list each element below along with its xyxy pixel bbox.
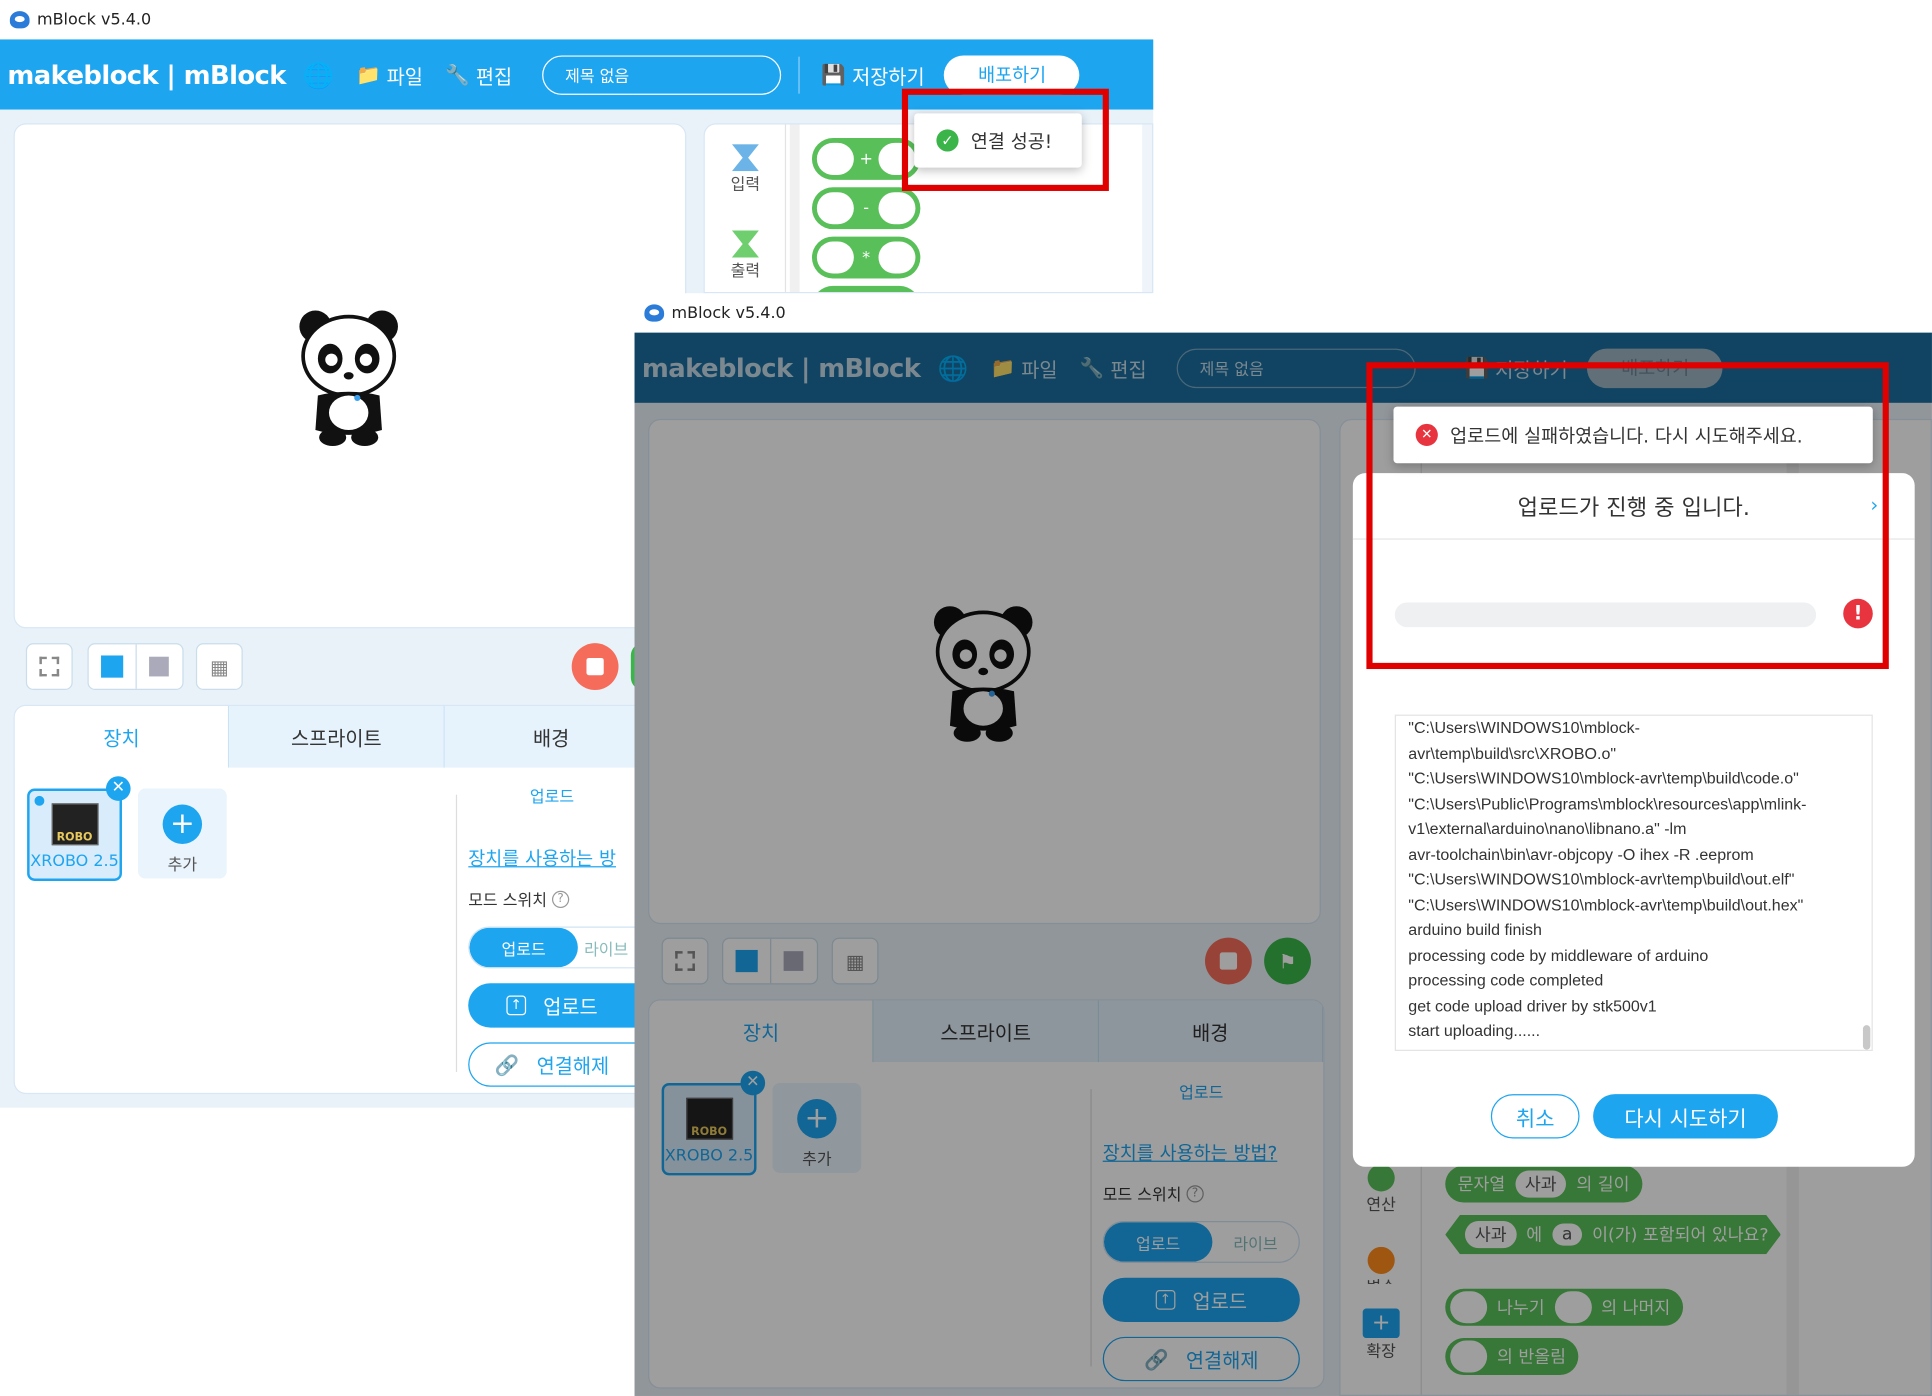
log-line: start uploading...... [1408,1021,1541,1040]
layout-large-icon[interactable] [89,644,135,688]
upload-button[interactable]: ↑ 업로드 [468,983,636,1028]
tab-sprite[interactable]: 스프라이트 [229,705,445,768]
mode-live-toggle[interactable]: 라이브 [578,928,635,967]
input-category-icon [731,144,759,172]
math-divide-block[interactable] [811,285,921,293]
grid-view-button[interactable]: ▦ [195,643,243,690]
mblock-app-icon [9,11,30,29]
annotation-box-connection [901,88,1109,191]
log-line: avr\temp\build\src\XROBO.o" [1408,743,1617,763]
file-menu-label: 파일 [386,64,423,89]
workspace-edge [1142,124,1153,293]
subtract-right-slot[interactable] [878,192,916,225]
upload-arrow-icon: ↑ [506,995,526,1016]
window1-titlebar: mBlock v5.4.0 [0,0,1154,40]
mblock-app-icon [644,304,665,322]
panda-sprite[interactable] [296,302,402,452]
remove-device-close-icon[interactable]: ✕ [105,776,131,801]
disconnect-label: 연결해제 [536,1054,610,1079]
retry-button[interactable]: 다시 시도하기 [1593,1094,1778,1139]
log-line: processing code by middleware of arduino [1408,945,1709,965]
cancel-button[interactable]: 취소 [1490,1094,1580,1139]
stop-icon [586,657,604,676]
log-line: "C:\Users\Public\Programs\mblock\resourc… [1408,794,1807,813]
project-title-value: 제목 없음 [565,67,630,87]
upload-section-title: 업로드 [529,788,575,808]
subtract-left-slot[interactable] [816,192,854,225]
xrobo-logo-text: ROBO [56,831,93,844]
log-line: processing code completed [1408,970,1604,990]
save-disk-icon: 💾 [821,62,846,87]
edit-menu[interactable]: 🔧 편집 [445,60,512,90]
mode-label-text: 모드 스위치 [468,892,547,911]
math-multiply-block[interactable]: * [811,236,921,279]
save-button[interactable]: 💾 저장하기 [821,60,924,90]
mode-switch: 업로드 라이브 [468,926,636,969]
category-input[interactable]: 입력 [724,144,766,195]
math-subtract-block[interactable]: - [811,187,921,230]
disconnect-button[interactable]: 🔗 연결해제 [468,1042,636,1087]
log-line: avr-toolchain\bin\avr-objcopy -O ihex -R… [1408,844,1754,864]
add-device-button[interactable]: + 추가 [137,788,227,879]
log-scrollbar[interactable] [1862,1025,1871,1050]
log-line: "C:\Users\WINDOWS10\mblock- [1408,718,1641,737]
grid-icon: ▦ [209,654,229,679]
xrobo-logo: ROBO [51,803,98,846]
publish-label: 배포하기 [978,64,1047,87]
folder-icon: 📁 [355,62,381,87]
menu-divider [797,56,800,94]
stop-button[interactable] [571,643,619,690]
edit-menu-label: 편집 [475,64,513,89]
log-line: get code upload driver by stk500v1 [1408,996,1657,1015]
log-line: "C:\Users\WINDOWS10\mblock-avr\temp\buil… [1408,869,1795,889]
output-category-icon [731,230,759,258]
log-line: v1\external\arduino\nano\libnano.a" -lm [1408,819,1687,838]
subtract-operator: - [863,198,870,218]
upload-button-label: 업로드 [543,995,598,1019]
save-label: 저장하기 [852,64,925,89]
fullscreen-button[interactable] [25,643,73,690]
multiply-operator: * [862,248,871,267]
log-line: arduino build finish [1408,920,1542,939]
wrench-icon: 🔧 [445,62,470,87]
add-label: 추가 [167,856,198,875]
window2-titlebar: mBlock v5.4.0 [634,293,1932,333]
window2-title: mBlock v5.4.0 [671,303,786,323]
panel-divider [455,794,458,1072]
multiply-left-slot[interactable] [816,241,854,274]
mode-upload-toggle[interactable]: 업로드 [469,927,578,968]
multiply-right-slot[interactable] [878,241,916,274]
mode-switch-label: 모드 스위치? [468,887,570,911]
sprite-stage[interactable] [13,123,687,629]
brand-logo: makeblock | mBlock [7,59,286,90]
log-line: "C:\Users\WINDOWS10\mblock-avr\temp\buil… [1408,768,1799,788]
log-line: "C:\Users\WINDOWS10\mblock-avr\temp\buil… [1408,895,1804,914]
help-link[interactable]: 장치를 사용하는 방 [468,845,636,871]
language-globe-icon[interactable]: 🌐 [303,60,334,90]
tab-background[interactable]: 배경 [444,705,660,768]
layout-small-icon[interactable] [134,644,182,689]
annotation-box-upload-error [1366,362,1889,670]
device-name: XROBO 2.5 [30,852,119,872]
layout-toggle[interactable] [87,643,184,690]
add-left-slot[interactable] [816,142,854,175]
palette-scrollbar[interactable] [789,124,800,293]
window1-title: mBlock v5.4.0 [36,10,152,29]
file-menu[interactable]: 📁 파일 [356,60,423,90]
project-title-input[interactable]: 제목 없음 [541,54,781,95]
category-input-label: 입력 [730,176,761,195]
device-tabs: 장치 스프라이트 배경 [14,705,660,768]
device-connected-dot [34,795,45,806]
fullscreen-icon [39,656,60,677]
tab-device[interactable]: 장치 [14,705,230,768]
add-operator: + [859,149,873,169]
build-log-lines: "C:\Users\WINDOWS10\mblock-avr\temp\buil… [1408,716,1859,1044]
help-question-icon[interactable]: ? [551,890,570,908]
unlink-icon: 🔗 [494,1052,520,1077]
build-log[interactable]: "C:\Users\WINDOWS10\mblock-avr\temp\buil… [1394,714,1873,1051]
plus-icon: + [162,804,203,844]
category-output[interactable]: 출력 [724,230,766,281]
category-output-label: 출력 [730,262,761,281]
